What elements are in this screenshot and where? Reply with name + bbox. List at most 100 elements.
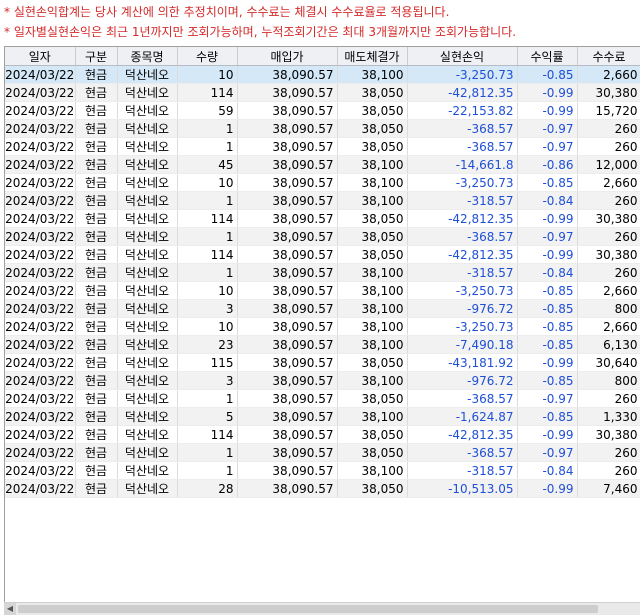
cell-return-rate: -0.99 <box>517 353 578 372</box>
cell-buy-price: 38,090.57 <box>237 173 338 192</box>
cell-buy-price: 38,090.57 <box>237 389 338 408</box>
cell-stock-name: 덕산네오 <box>117 425 178 444</box>
table-row[interactable]: 2024/03/22 현금 덕산네오 23 38,090.57 38,100 -7,490.… <box>5 335 640 354</box>
scrollbar-thumb[interactable] <box>18 605 598 613</box>
horizontal-scrollbar[interactable]: ◀ <box>4 602 640 615</box>
cell-date: 2024/03/22 <box>5 335 76 354</box>
cell-buy-price: 38,090.57 <box>237 335 338 354</box>
col-header-date[interactable]: 일자 <box>5 47 76 66</box>
cell-date: 2024/03/22 <box>5 425 76 444</box>
table-row[interactable]: 2024/03/22 현금 덕산네오 59 38,090.57 38,050 -22,153… <box>5 101 640 120</box>
cell-stock-name: 덕산네오 <box>117 371 178 390</box>
cell-quantity: 114 <box>177 245 238 264</box>
cell-sell-price: 38,100 <box>337 173 408 192</box>
cell-quantity: 10 <box>177 317 238 336</box>
cell-type: 현금 <box>75 371 118 390</box>
table-row[interactable]: 2024/03/22 현금 덕산네오 1 38,090.57 38,100 -318.57-… <box>5 263 640 282</box>
cell-quantity: 114 <box>177 83 238 102</box>
table-row[interactable]: 2024/03/22 현금 덕산네오 1 38,090.57 38,050 -368.57-… <box>5 389 640 408</box>
cell-stock-name: 덕산네오 <box>117 317 178 336</box>
cell-return-rate: -0.97 <box>517 227 578 246</box>
table-row[interactable]: 2024/03/22 현금 덕산네오 1 38,090.57 38,100 -318.57-… <box>5 191 640 210</box>
cell-return-rate: -0.99 <box>517 83 578 102</box>
table-row[interactable]: 2024/03/22 현금 덕산네오 3 38,090.57 38,100 -976.72-… <box>5 299 640 318</box>
cell-buy-price: 38,090.57 <box>237 137 338 156</box>
table-row[interactable]: 2024/03/22 현금 덕산네오 114 38,090.57 38,050 -42,81… <box>5 245 640 264</box>
cell-type: 현금 <box>75 209 118 228</box>
col-header-type[interactable]: 구분 <box>75 47 118 66</box>
cell-quantity: 10 <box>177 173 238 192</box>
cell-sell-price: 38,050 <box>337 101 408 120</box>
col-header-sell-price[interactable]: 매도체결가 <box>337 47 408 66</box>
cell-type: 현금 <box>75 335 118 354</box>
cell-type: 현금 <box>75 245 118 264</box>
col-header-realized-pnl[interactable]: 실현손익 <box>407 47 518 66</box>
cell-sell-price: 38,050 <box>337 443 408 462</box>
cell-realized-pnl: -3,250.73 <box>407 65 518 84</box>
table-row[interactable]: 2024/03/22 현금 덕산네오 5 38,090.57 38,100 -1,624.8… <box>5 407 640 426</box>
table-row[interactable]: 2024/03/22 현금 덕산네오 114 38,090.57 38,050 -42,81… <box>5 83 640 102</box>
cell-fee: 2,660 <box>577 317 640 336</box>
cell-quantity: 1 <box>177 191 238 210</box>
realized-pnl-grid[interactable]: 일자 구분 종목명 수량 매입가 매도체결가 실현손익 수익률 수수료 2024… <box>4 46 640 603</box>
cell-date: 2024/03/22 <box>5 191 76 210</box>
table-row[interactable]: 2024/03/22 현금 덕산네오 10 38,090.57 38,100 -3,250.… <box>5 173 640 192</box>
cell-stock-name: 덕산네오 <box>117 353 178 372</box>
table-row[interactable]: 2024/03/22 현금 덕산네오 45 38,090.57 38,100 -14,661… <box>5 155 640 174</box>
col-header-return-rate[interactable]: 수익률 <box>517 47 578 66</box>
left-arrow-icon[interactable]: ◀ <box>4 603 16 615</box>
col-header-quantity[interactable]: 수량 <box>177 47 238 66</box>
cell-stock-name: 덕산네오 <box>117 65 178 84</box>
table-row[interactable]: 2024/03/22 현금 덕산네오 1 38,090.57 38,100 -318.57-… <box>5 461 640 480</box>
table-row[interactable]: 2024/03/22 현금 덕산네오 1 38,090.57 38,050 -368.57-… <box>5 227 640 246</box>
cell-return-rate: -0.97 <box>517 389 578 408</box>
cell-realized-pnl: -976.72 <box>407 371 518 390</box>
cell-stock-name: 덕산네오 <box>117 83 178 102</box>
table-row[interactable]: 2024/03/22 현금 덕산네오 1 38,090.57 38,050 -368.57-… <box>5 119 640 138</box>
cell-return-rate: -0.99 <box>517 101 578 120</box>
cell-quantity: 1 <box>177 263 238 282</box>
cell-realized-pnl: -318.57 <box>407 263 518 282</box>
cell-realized-pnl: -368.57 <box>407 389 518 408</box>
cell-date: 2024/03/22 <box>5 83 76 102</box>
cell-buy-price: 38,090.57 <box>237 299 338 318</box>
col-header-buy-price[interactable]: 매입가 <box>237 47 338 66</box>
cell-stock-name: 덕산네오 <box>117 299 178 318</box>
cell-realized-pnl: -42,812.35 <box>407 425 518 444</box>
table-row[interactable]: 2024/03/22 현금 덕산네오 114 38,090.57 38,050 -42,81… <box>5 425 640 444</box>
cell-sell-price: 38,050 <box>337 479 408 498</box>
cell-quantity: 10 <box>177 281 238 300</box>
table-row[interactable]: 2024/03/22 현금 덕산네오 28 38,090.57 38,050 -10,513… <box>5 479 640 498</box>
table-row[interactable]: 2024/03/22 현금 덕산네오 1 38,090.57 38,050 -368.57-… <box>5 443 640 462</box>
cell-fee: 260 <box>577 461 640 480</box>
table-row[interactable]: 2024/03/22 현금 덕산네오 10 38,090.57 38,100 -3,250.… <box>5 281 640 300</box>
cell-buy-price: 38,090.57 <box>237 443 338 462</box>
realized-pnl-table: 일자 구분 종목명 수량 매입가 매도체결가 실현손익 수익률 수수료 2024… <box>5 47 640 498</box>
cell-quantity: 1 <box>177 389 238 408</box>
table-row[interactable]: 2024/03/22 현금 덕산네오 10 38,090.57 38,100 -3,250.… <box>5 65 640 84</box>
cell-date: 2024/03/22 <box>5 371 76 390</box>
cell-quantity: 1 <box>177 443 238 462</box>
cell-date: 2024/03/22 <box>5 461 76 480</box>
cell-sell-price: 38,100 <box>337 191 408 210</box>
table-row[interactable]: 2024/03/22 현금 덕산네오 3 38,090.57 38,100 -976.72-… <box>5 371 640 390</box>
notice-realized-pnl: * 실현손익합계는 당사 계산에 의한 추정치이며, 수수료는 체결시 수수료율… <box>4 5 450 19</box>
col-header-fee[interactable]: 수수료 <box>577 47 640 66</box>
cell-sell-price: 38,050 <box>337 389 408 408</box>
notice-area: * 실현손익합계는 당사 계산에 의한 추정치이며, 수수료는 체결시 수수료율… <box>0 0 640 46</box>
cell-quantity: 1 <box>177 461 238 480</box>
cell-stock-name: 덕산네오 <box>117 137 178 156</box>
table-row[interactable]: 2024/03/22 현금 덕산네오 10 38,090.57 38,100 -3,250.… <box>5 317 640 336</box>
cell-type: 현금 <box>75 317 118 336</box>
col-header-stock-name[interactable]: 종목명 <box>117 47 178 66</box>
cell-realized-pnl: -42,812.35 <box>407 83 518 102</box>
cell-realized-pnl: -42,812.35 <box>407 245 518 264</box>
cell-return-rate: -0.99 <box>517 209 578 228</box>
cell-stock-name: 덕산네오 <box>117 245 178 264</box>
table-row[interactable]: 2024/03/22 현금 덕산네오 115 38,090.57 38,050 -43,18… <box>5 353 640 372</box>
cell-date: 2024/03/22 <box>5 407 76 426</box>
cell-type: 현금 <box>75 191 118 210</box>
cell-sell-price: 38,100 <box>337 281 408 300</box>
table-row[interactable]: 2024/03/22 현금 덕산네오 1 38,090.57 38,050 -368.57-… <box>5 137 640 156</box>
table-row[interactable]: 2024/03/22 현금 덕산네오 114 38,090.57 38,050 -42,81… <box>5 209 640 228</box>
